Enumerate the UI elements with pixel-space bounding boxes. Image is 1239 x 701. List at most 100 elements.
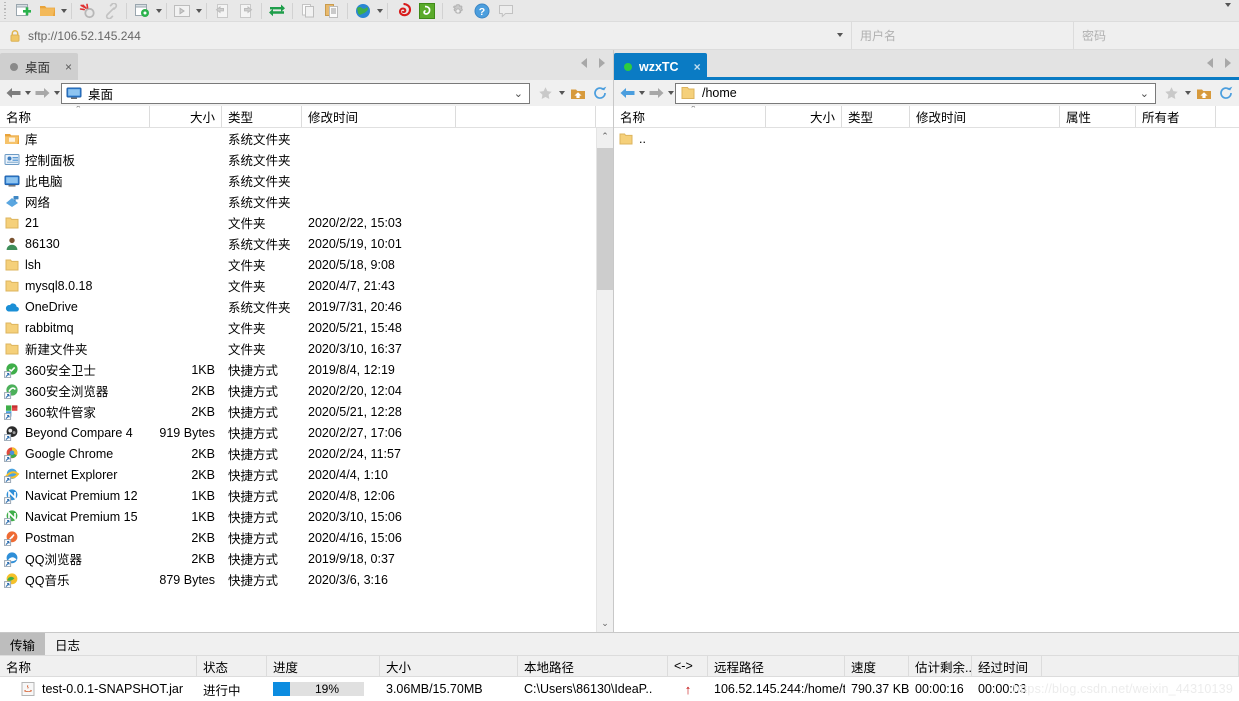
username-field[interactable]: 用户名 (852, 22, 1074, 49)
transfer-column-blank[interactable] (1042, 656, 1239, 676)
open-folder-dropdown[interactable] (59, 1, 68, 21)
file-row[interactable]: 新建文件夹 文件夹 2020/3/10, 16:37 (0, 338, 596, 359)
chevron-down-icon[interactable] (837, 33, 843, 37)
transfer-column-name[interactable]: 名称 (0, 656, 197, 676)
scroll-track[interactable] (597, 145, 613, 615)
column-header-attr[interactable]: 属性 (1060, 106, 1136, 127)
refresh-icon[interactable] (1216, 82, 1236, 104)
tab-remote-wzxtc[interactable]: wzxTC × (614, 53, 707, 80)
remote-path-input[interactable]: /home ⌄ (675, 82, 1156, 104)
transfer-column-dir[interactable]: <-> (668, 656, 708, 676)
file-row[interactable]: Internet Explorer 2KB 快捷方式 2020/4/4, 1:10 (0, 464, 596, 485)
forward-icon[interactable] (32, 82, 52, 104)
transfer-column-status[interactable]: 状态 (197, 656, 267, 676)
tab-scroll-right-icon[interactable] (1225, 58, 1231, 68)
transfer-column-progress[interactable]: 进度 (267, 656, 380, 676)
chevron-down-icon[interactable]: ⌄ (1140, 87, 1151, 100)
file-row[interactable]: OneDrive 系统文件夹 2019/7/31, 20:46 (0, 296, 596, 317)
download-icon[interactable] (210, 1, 234, 21)
copy-icon[interactable] (296, 1, 320, 21)
file-row[interactable]: Navicat Premium 12 1KB 快捷方式 2020/4/8, 12:06 (0, 485, 596, 506)
bookmark-dropdown-icon[interactable] (557, 82, 566, 104)
queue-dropdown[interactable] (194, 1, 203, 21)
forward-dropdown-icon[interactable] (52, 82, 61, 104)
host-input[interactable]: sftp://106.52.145.244 (0, 22, 852, 49)
pageant-icon[interactable] (415, 1, 439, 21)
link-icon[interactable] (99, 1, 123, 21)
scroll-down-icon[interactable]: ⌄ (597, 615, 613, 632)
scroll-thumb[interactable] (597, 148, 613, 290)
file-row[interactable]: lsh 文件夹 2020/5/18, 9:08 (0, 254, 596, 275)
column-header-type[interactable]: 类型 (222, 106, 302, 127)
local-path-input[interactable]: 桌面 ⌄ (61, 82, 530, 104)
file-row[interactable]: Beyond Compare 4 919 Bytes 快捷方式 2020/2/27, … (0, 422, 596, 443)
new-session-icon[interactable] (11, 1, 35, 21)
help-icon[interactable]: ? (470, 1, 494, 21)
transfer-column-remote[interactable]: 远程路径 (708, 656, 845, 676)
transfer-row[interactable]: test-0.0.1-SNAPSHOT.jar 进行中 19% 3.06MB/15.7… (0, 677, 1239, 701)
column-header-date[interactable]: 修改时间 (302, 106, 456, 127)
forward-icon[interactable] (646, 82, 666, 104)
close-icon[interactable]: × (694, 60, 701, 74)
bookmark-dropdown-icon[interactable] (1183, 82, 1192, 104)
file-row[interactable]: rabbitmq 文件夹 2020/5/21, 15:48 (0, 317, 596, 338)
column-header-name[interactable]: 名称 ⌃ (614, 106, 766, 127)
tab-scroll-left-icon[interactable] (581, 58, 587, 68)
synchronize-icon[interactable] (265, 1, 289, 21)
toolbar-overflow-chevron[interactable] (1225, 3, 1231, 21)
comment-icon[interactable] (494, 1, 518, 21)
column-header-type[interactable]: 类型 (842, 106, 910, 127)
upload-icon[interactable] (234, 1, 258, 21)
compare-icon[interactable] (320, 1, 344, 21)
transfer-column-speed[interactable]: 速度 (845, 656, 909, 676)
transfer-column-local[interactable]: 本地路径 (518, 656, 668, 676)
putty-icon[interactable] (391, 1, 415, 21)
transfer-column-eta[interactable]: 估计剩余... (909, 656, 972, 676)
file-row[interactable]: 360软件管家 2KB 快捷方式 2020/5/21, 12:28 (0, 401, 596, 422)
disconnect-icon[interactable] (75, 1, 99, 21)
queue-start-icon[interactable] (170, 1, 194, 21)
file-row[interactable]: Navicat Premium 15 1KB 快捷方式 2020/3/10, 15:0… (0, 506, 596, 527)
file-row[interactable]: 360安全卫士 1KB 快捷方式 2019/8/4, 12:19 (0, 359, 596, 380)
bottom-tab-传输[interactable]: 传输 (0, 633, 46, 655)
back-icon[interactable] (617, 82, 637, 104)
local-vertical-scrollbar[interactable]: ⌃ ⌄ (596, 128, 613, 632)
globe-dropdown[interactable] (375, 1, 384, 21)
column-header-size[interactable]: 大小 (766, 106, 842, 127)
file-row[interactable]: 网络 系统文件夹 (0, 191, 596, 212)
column-header-date[interactable]: 修改时间 (910, 106, 1060, 127)
column-header-blank[interactable] (456, 106, 596, 127)
settings-transfer-dropdown[interactable] (154, 1, 163, 21)
globe-icon[interactable] (351, 1, 375, 21)
chevron-down-icon[interactable]: ⌄ (514, 87, 525, 100)
close-icon[interactable]: × (65, 60, 72, 74)
file-row[interactable]: 360安全浏览器 2KB 快捷方式 2020/2/20, 12:04 (0, 380, 596, 401)
open-folder-icon[interactable] (35, 1, 59, 21)
bookmark-star-icon[interactable] (1161, 82, 1181, 104)
toolbar-grip[interactable] (2, 1, 9, 20)
file-row[interactable]: 21 文件夹 2020/2/22, 15:03 (0, 212, 596, 233)
bottom-tab-日志[interactable]: 日志 (45, 633, 90, 655)
password-field[interactable]: 密码 (1074, 22, 1239, 49)
file-row[interactable]: .. (614, 128, 1239, 149)
tab-scroll-right-icon[interactable] (599, 58, 605, 68)
back-icon[interactable] (3, 82, 23, 104)
column-header-name[interactable]: 名称 ⌃ (0, 106, 150, 127)
back-dropdown-icon[interactable] (637, 82, 646, 104)
back-dropdown-icon[interactable] (23, 82, 32, 104)
file-row[interactable]: QQ浏览器 2KB 快捷方式 2019/9/18, 0:37 (0, 548, 596, 569)
scroll-up-icon[interactable]: ⌃ (597, 128, 613, 145)
tab-scroll-left-icon[interactable] (1207, 58, 1213, 68)
column-header-size[interactable]: 大小 (150, 106, 222, 127)
file-row[interactable]: 86130 系统文件夹 2020/5/19, 10:01 (0, 233, 596, 254)
refresh-icon[interactable] (590, 82, 610, 104)
column-header-owner[interactable]: 所有者 (1136, 106, 1216, 127)
file-row[interactable]: Postman 2KB 快捷方式 2020/4/16, 15:06 (0, 527, 596, 548)
file-row[interactable]: 库 系统文件夹 (0, 128, 596, 149)
home-up-icon[interactable] (568, 82, 588, 104)
forward-dropdown-icon[interactable] (666, 82, 675, 104)
transfer-column-elapsed[interactable]: 经过时间 (972, 656, 1042, 676)
transfer-column-size[interactable]: 大小 (380, 656, 518, 676)
home-up-icon[interactable] (1194, 82, 1214, 104)
file-row[interactable]: Google Chrome 2KB 快捷方式 2020/2/24, 11:57 (0, 443, 596, 464)
